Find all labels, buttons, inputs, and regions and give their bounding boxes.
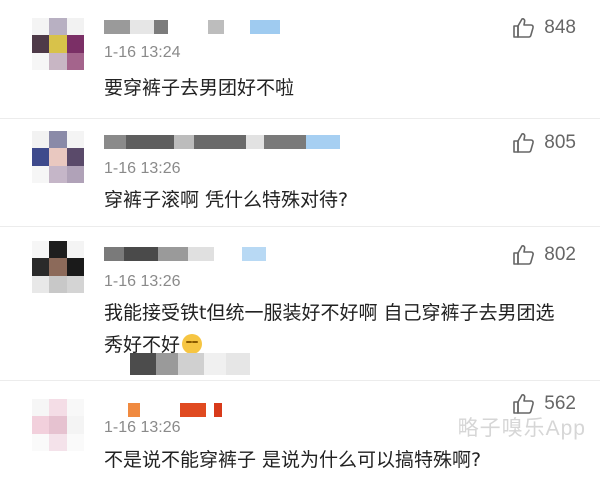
avatar[interactable] (32, 399, 84, 451)
comment-timestamp: 1-16 13:24 (104, 44, 181, 61)
username-mosaic[interactable] (104, 401, 222, 419)
comment-item: 1-16 13:26 穿裤子滚啊 凭什么特殊对待? 805 (0, 119, 600, 226)
comment-text-body: 我能接受铁t但统一服装好不好啊 自己穿裤子去男团选秀好不好 (104, 302, 555, 356)
thumbs-up-icon (513, 18, 535, 38)
comment-text: 我能接受铁t但统一服装好不好啊 自己穿裤子去男团选秀好不好 (104, 297, 560, 361)
avatar[interactable] (32, 241, 84, 293)
username-mosaic[interactable] (104, 245, 266, 263)
like-button[interactable]: 802 (512, 243, 576, 267)
comment-timestamp: 1-16 13:26 (104, 419, 181, 436)
comment-item: 1-16 13:26 我能接受铁t但统一服装好不好啊 自己穿裤子去男团选秀好不好… (0, 227, 600, 377)
comment-item: 1-16 13:24 要穿裤子去男团好不啦 848 (0, 0, 600, 120)
like-button[interactable]: 848 (512, 16, 576, 40)
like-button[interactable]: 805 (512, 131, 576, 155)
comment-text: 穿裤子滚啊 凭什么特殊对待? (104, 189, 349, 211)
like-count: 848 (544, 17, 576, 38)
thumbs-up-icon (513, 133, 535, 153)
comment-timestamp: 1-16 13:26 (104, 160, 181, 177)
comment-text: 要穿裤子去男团好不啦 (104, 77, 295, 99)
thumbs-up-icon (513, 245, 535, 265)
username-mosaic[interactable] (104, 133, 340, 151)
smile-emoji-icon (182, 334, 203, 354)
comment-timestamp: 1-16 13:26 (104, 273, 181, 290)
avatar[interactable] (32, 131, 84, 183)
comment-text: 不是说不能穿裤子 是说为什么可以搞特殊啊? (104, 449, 482, 471)
username-mosaic[interactable] (104, 18, 280, 36)
avatar[interactable] (32, 18, 84, 70)
watermark: 略子嗅乐App (457, 417, 586, 440)
like-count: 802 (544, 244, 576, 265)
like-count: 805 (544, 132, 576, 153)
mosaic-overlay (130, 353, 250, 375)
